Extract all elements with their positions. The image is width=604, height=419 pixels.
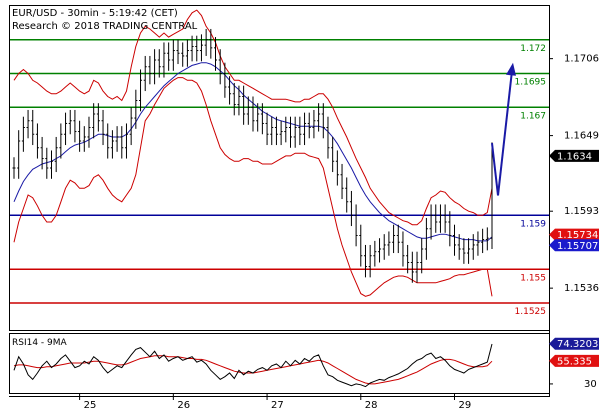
x-tick-label-4: 29 [459,400,472,411]
x-tick-label-1: 26 [177,400,190,411]
chart-root: 1.172 1.1695 1.167 1.159 1.155 1.1525 1.1706 1… [0,0,604,419]
x-ticks-layer: 25 26 27 28 29 [79,393,472,411]
level-label-3: 1.159 [520,219,546,229]
rsi-label: RSI14 - 9MA [12,338,68,348]
x-tick-label-2: 27 [271,400,284,411]
rsi-badge-label-0: 74.3203 [557,339,598,350]
rsi-tick-label-0: 30 [584,379,597,390]
level-label-1: 1.1695 [515,78,547,88]
y-tick-label-1: 1.1649 [564,131,599,142]
y-tick-label-3: 1.1536 [564,283,599,294]
level-label-5: 1.1525 [515,307,547,317]
chart-title: EUR/USD - 30min - 5:19:42 (CET) [12,8,178,19]
y-tick-label-2: 1.1593 [564,206,599,217]
rsi-badge-label-1: 55.335 [557,356,592,367]
level-label-2: 1.167 [520,111,546,121]
y-tick-label-0: 1.1706 [564,54,599,65]
x-tick-label-3: 28 [365,400,378,411]
chart-svg: 1.1721.16951.1671.1591.1551.1525 1.17061… [9,5,599,411]
x-tick-label-0: 25 [84,400,97,411]
rsi-panel-frame [9,333,550,394]
chart-research: Research © 2018 TRADING CENTRAL [12,21,198,32]
main-panel-frame [9,5,550,331]
price-badge-label-0: 1.1634 [557,151,592,162]
level-label-4: 1.155 [520,273,546,283]
badges-layer: 1.16341.157341.15707 [549,149,599,252]
y-ticks-layer: 1.1706 1.1649 1.1593 1.1536 [549,54,599,294]
price-badge-label-2: 1.15707 [557,241,598,252]
level-label-0: 1.172 [520,44,546,54]
